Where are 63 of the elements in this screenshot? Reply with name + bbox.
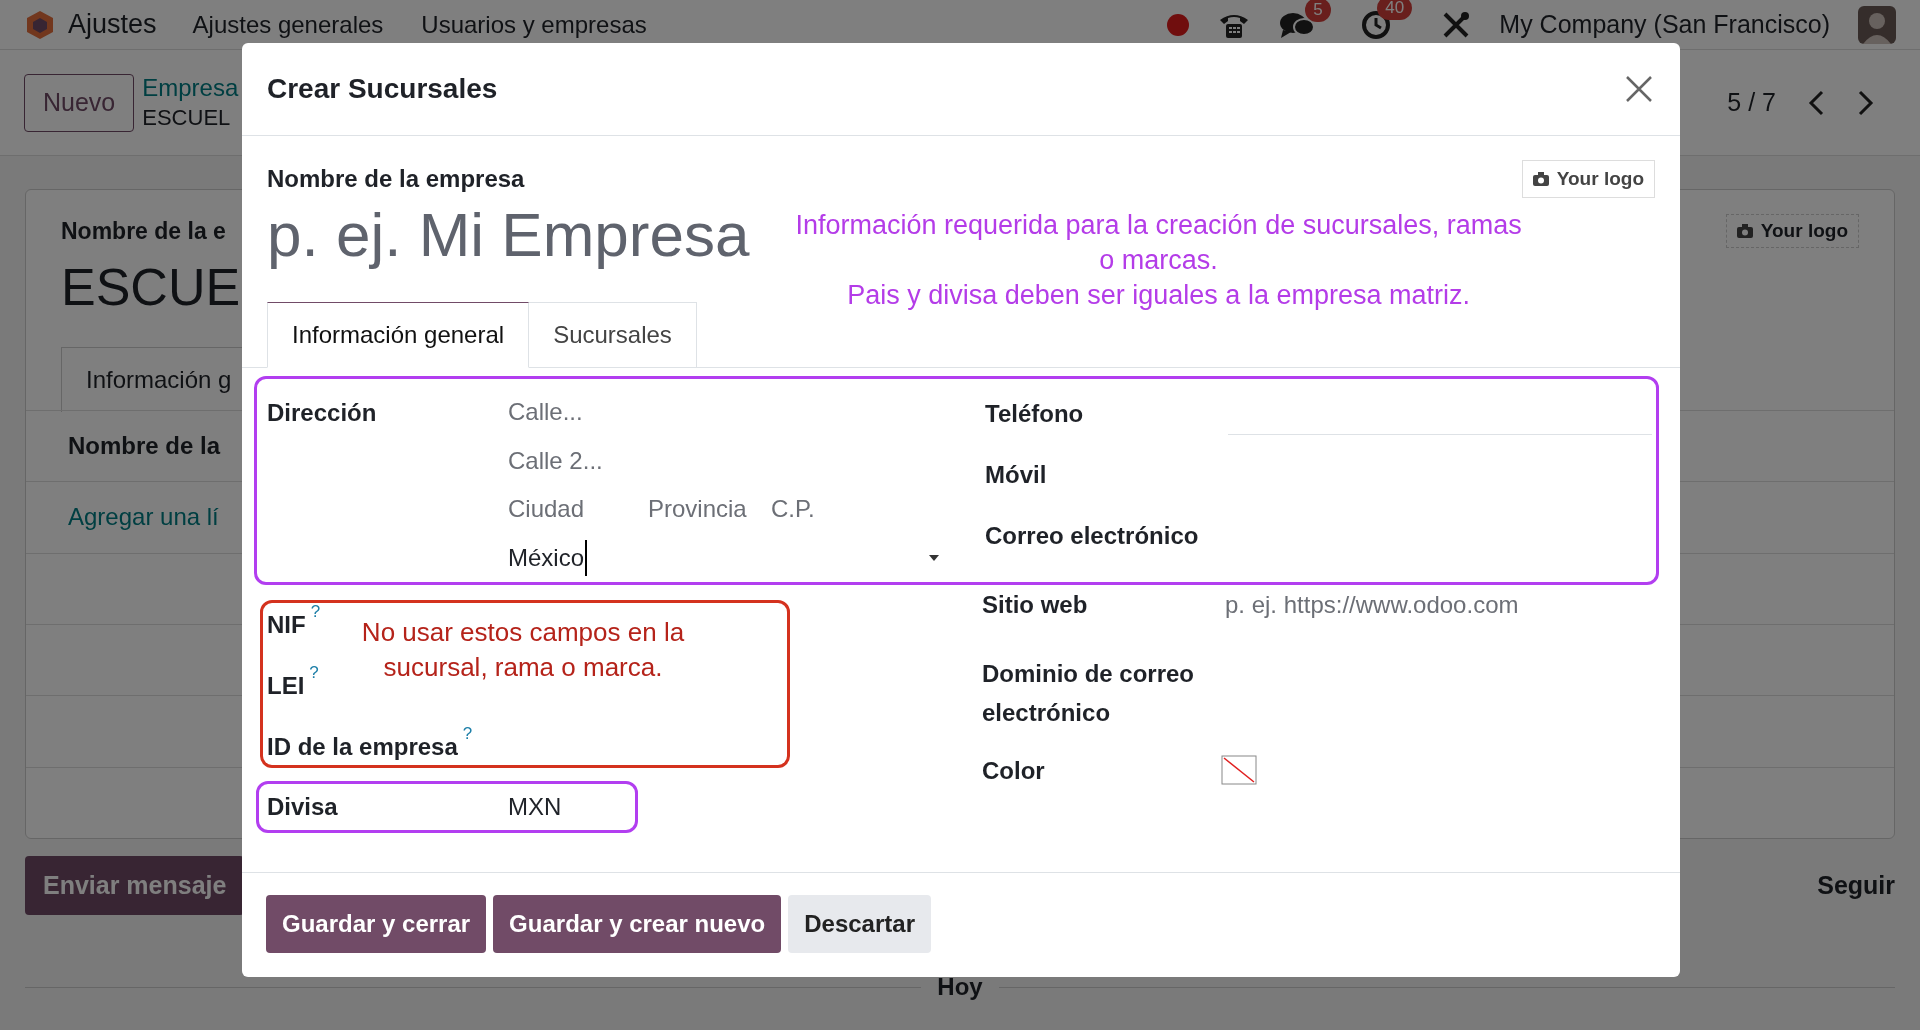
state-input[interactable]: Provincia xyxy=(648,485,771,534)
annotation-text: o marcas. xyxy=(1099,244,1218,277)
dialog-title: Crear Sucursales xyxy=(267,72,498,106)
street-input[interactable]: Calle... xyxy=(508,388,848,437)
column-header: Nombre de la xyxy=(68,431,221,462)
form-tab[interactable]: Información general xyxy=(267,302,530,368)
logo-upload-button[interactable]: Your logo xyxy=(1521,160,1655,198)
chat-count-badge: 5 xyxy=(1305,0,1331,22)
color-swatch[interactable] xyxy=(1221,755,1257,785)
add-line-link[interactable]: Agregar una lí xyxy=(68,499,219,536)
record-title: ESCUEL xyxy=(142,103,232,132)
avatar-icon[interactable] xyxy=(1858,5,1896,44)
menu-item[interactable]: Usuarios y empresas xyxy=(421,6,647,43)
pager: 5 / 7 xyxy=(1727,86,1776,118)
dialog-button[interactable]: Descartar xyxy=(788,895,931,953)
country-select[interactable]: México xyxy=(508,533,940,582)
field-label: Sitio web xyxy=(982,590,1089,620)
field-label: ID de la empresa xyxy=(267,732,458,762)
form-tab[interactable]: Sucursales xyxy=(529,302,697,368)
dialog-button[interactable]: Guardar y crear nuevo xyxy=(493,895,782,953)
field-label: Divisa xyxy=(267,792,339,822)
field-label: Correo electrónico xyxy=(985,520,1200,551)
date-separator: Hoy xyxy=(937,972,983,1002)
company-name: ESCUE xyxy=(61,256,242,318)
tools-icon[interactable] xyxy=(1441,9,1472,40)
field-label: Dominio de correo electrónico xyxy=(982,659,1196,728)
dialog-button[interactable]: Guardar y cerrar xyxy=(266,895,487,953)
annotation-text: Información requerida para la creación de sucursales, ramas xyxy=(795,209,1522,242)
help-tooltip-icon[interactable]: ? xyxy=(309,664,319,682)
send-message-button[interactable]: Enviar mensaje xyxy=(25,856,245,915)
annotation-text: No usar estos campos en la xyxy=(361,616,685,649)
help-tooltip-icon[interactable]: ? xyxy=(310,603,321,621)
annotation-text: Pais y divisa deben ser iguales a la empresa matriz. xyxy=(847,279,1470,312)
field-label: Dirección xyxy=(267,398,378,428)
field-label: Nombre de la e xyxy=(61,217,227,246)
app-name[interactable]: Ajustes xyxy=(68,4,157,45)
new-button[interactable]: Nuevo xyxy=(24,73,135,132)
currency-value[interactable]: MXN xyxy=(508,789,562,825)
text-input[interactable]: p. ej. https://www.odoo.com xyxy=(1225,585,1660,624)
annotation-text: sucursal, rama o marca. xyxy=(383,651,663,684)
camera-icon xyxy=(1736,224,1753,238)
field-label: Teléfono xyxy=(985,398,1085,429)
activity-count-badge: 40 xyxy=(1377,0,1413,20)
app-logo-icon[interactable] xyxy=(26,9,54,40)
street-input[interactable]: Calle 2... xyxy=(508,436,848,485)
caret-icon[interactable] xyxy=(928,553,940,562)
menu-item[interactable]: Ajustes generales xyxy=(192,6,384,43)
field-label: LEI xyxy=(267,671,305,701)
company-switcher[interactable]: My Company (San Francisco) xyxy=(1499,5,1830,44)
follow-link[interactable]: Seguir xyxy=(1817,866,1895,905)
zip-input[interactable]: C.P. xyxy=(771,485,871,534)
previous-icon[interactable] xyxy=(1806,88,1826,117)
next-icon[interactable] xyxy=(1856,88,1876,117)
field-label: Color xyxy=(982,756,1046,786)
company-name-input[interactable]: p. ej. Mi Empresa xyxy=(267,198,787,272)
field-label: Móvil xyxy=(985,459,1048,490)
logo-upload-button[interactable]: Your logo xyxy=(1725,214,1859,248)
city-input[interactable]: Ciudad xyxy=(508,485,648,534)
field-label: NIF xyxy=(267,610,306,640)
field-label: Nombre de la empresa xyxy=(267,164,526,194)
camera-icon xyxy=(1532,172,1549,186)
breadcrumb-link[interactable]: Empresa xyxy=(142,72,239,103)
help-tooltip-icon[interactable]: ? xyxy=(462,725,473,743)
